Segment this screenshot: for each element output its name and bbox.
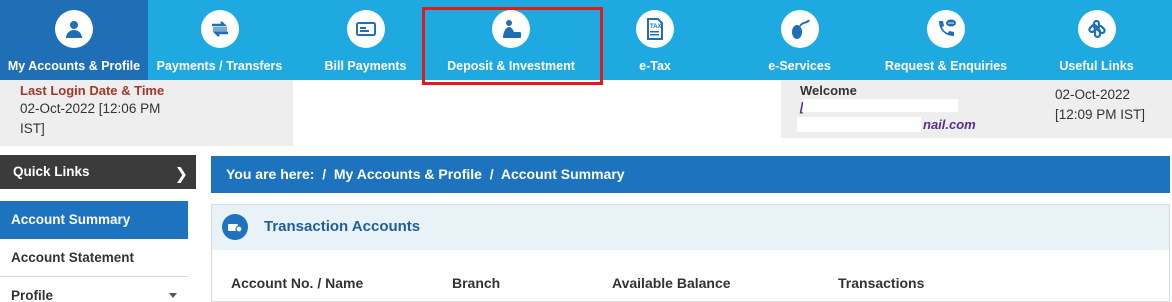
- column-header-transactions[interactable]: Transactions: [838, 275, 924, 291]
- column-header-account[interactable]: Account No. / Name: [231, 275, 363, 291]
- current-datetime: 02-Oct-2022 [12:09 PM IST]: [1055, 87, 1146, 122]
- sidebar: Quick Links ❯ Account Summary Account St…: [0, 155, 196, 302]
- nav-label: Request & Enquiries: [884, 59, 1008, 73]
- chevron-right-icon: ❯: [174, 166, 188, 183]
- nav-label: Useful Links: [1059, 59, 1134, 73]
- sidebar-item-label: Account Summary: [11, 212, 131, 227]
- nav-bill-payments[interactable]: Bill Payments: [291, 0, 440, 80]
- welcome-email: nail.com: [923, 117, 976, 132]
- welcome-box: Welcome [ nail.com 02-Oct-2022 [12:09 PM…: [781, 80, 1172, 138]
- breadcrumb: You are here: / My Accounts & Profile / …: [211, 156, 1170, 193]
- nav-e-tax[interactable]: TAX e-Tax: [582, 0, 728, 80]
- quick-links-header[interactable]: Quick Links ❯: [0, 155, 196, 189]
- redacted-name: [803, 99, 958, 112]
- top-navigation: My Accounts & Profile Payments / Transfe…: [0, 0, 1172, 80]
- transaction-accounts-panel: Transaction Accounts Account No. / Name …: [211, 204, 1170, 302]
- column-header-branch[interactable]: Branch: [452, 275, 500, 291]
- last-login-box: Last Login Date & Time 02-Oct-2022 [12:0…: [0, 80, 293, 146]
- accounts-icon: [222, 214, 248, 240]
- redacted-email: [797, 117, 921, 132]
- nav-deposit-investment[interactable]: Deposit & Investment: [440, 0, 582, 80]
- mouse-icon: [780, 10, 819, 48]
- panel-header: Transaction Accounts: [212, 205, 1169, 250]
- nav-request-enquiries[interactable]: Request & Enquiries: [871, 0, 1021, 80]
- nav-label: Bill Payments: [324, 59, 407, 73]
- nav-label: e-Services: [768, 59, 831, 73]
- last-login-datetime: 02-Oct-2022 [12:06 PM IST]: [20, 101, 161, 136]
- sidebar-item-label: Profile: [11, 288, 54, 302]
- nav-label: Deposit & Investment: [447, 59, 575, 73]
- quick-links-label: Quick Links: [13, 164, 90, 179]
- transfer-arrows-icon: [200, 10, 239, 48]
- money-bag-icon: [492, 10, 530, 48]
- nav-label: e-Tax: [639, 59, 671, 73]
- nav-useful-links[interactable]: Useful Links: [1021, 0, 1172, 80]
- last-login-title: Last Login Date & Time: [20, 83, 165, 98]
- column-header-available-balance[interactable]: Available Balance: [612, 275, 731, 291]
- sidebar-item-account-statement[interactable]: Account Statement: [0, 239, 188, 277]
- nav-label: My Accounts & Profile: [7, 59, 141, 73]
- links-icon: [1077, 10, 1116, 48]
- sidebar-item-profile[interactable]: Profile: [0, 277, 188, 302]
- welcome-title: Welcome: [800, 83, 857, 98]
- sidebar-item-label: Account Statement: [11, 250, 135, 265]
- panel-title: Transaction Accounts: [264, 218, 421, 235]
- user-icon: [55, 10, 93, 48]
- phone-chat-icon: [927, 10, 965, 48]
- sidebar-item-account-summary[interactable]: Account Summary: [0, 201, 188, 239]
- bill-card-icon: [346, 10, 385, 48]
- nav-my-accounts-profile[interactable]: My Accounts & Profile: [0, 0, 148, 80]
- nav-e-services[interactable]: e-Services: [728, 0, 871, 80]
- nav-payments-transfers[interactable]: Payments / Transfers: [148, 0, 291, 80]
- svg-text:TAX: TAX: [650, 24, 662, 30]
- table-header-row: Account No. / Name Branch Available Bala…: [212, 273, 1169, 293]
- nav-label: Payments / Transfers: [156, 59, 283, 73]
- caret-down-icon: [169, 293, 177, 298]
- tax-document-icon: TAX: [636, 10, 674, 48]
